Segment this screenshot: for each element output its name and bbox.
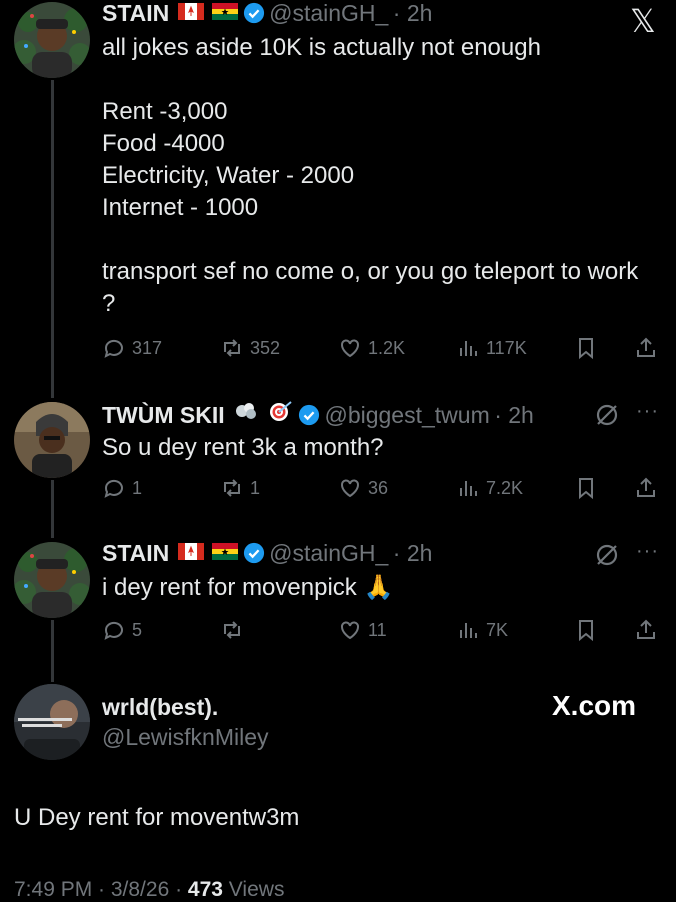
author-name[interactable]: STAIN <box>102 0 169 26</box>
post-meta: 7:49 PM · 3/8/26 · 473 Views <box>14 878 284 902</box>
avatar-image <box>14 684 90 760</box>
bookmark-button[interactable] <box>574 618 598 642</box>
like-count: 1.2K <box>368 337 406 358</box>
share-icon <box>637 619 655 639</box>
repost-button[interactable]: 1 <box>220 476 260 500</box>
reply-icon <box>104 621 123 640</box>
views-button[interactable]: 117K <box>456 336 527 360</box>
verified-badge-icon <box>298 404 320 426</box>
views-count: 7.2K <box>486 477 524 498</box>
bookmark-button[interactable] <box>574 336 598 360</box>
views-count: 7K <box>486 619 509 640</box>
more-options-icon[interactable]: ··· <box>636 540 659 563</box>
bookmark-icon <box>579 478 593 500</box>
reply-count: 1 <box>132 477 143 498</box>
views-button[interactable]: 7.2K <box>456 476 523 500</box>
avatar-image <box>14 542 90 618</box>
thread-line <box>51 620 54 682</box>
grok-icon[interactable] <box>594 402 620 428</box>
post-text: So u dey rent 3k a month? <box>102 434 384 461</box>
views-chart-icon <box>460 481 477 496</box>
author-name[interactable]: TWÙM SKII <box>102 402 225 428</box>
repost-icon <box>224 621 240 639</box>
post-time[interactable]: · 2h <box>393 540 433 566</box>
author-name[interactable]: wrld(best). <box>102 694 218 721</box>
share-button[interactable] <box>634 618 658 642</box>
views-count: 473 <box>187 878 223 901</box>
reply-button[interactable]: 1 <box>102 476 142 500</box>
reply-button[interactable]: 317 <box>102 336 162 360</box>
share-button[interactable] <box>634 336 658 360</box>
canada-flag-icon <box>177 543 204 560</box>
like-count: 11 <box>368 619 387 640</box>
author-handle[interactable]: @stainGH_ <box>269 540 388 566</box>
like-count: 36 <box>368 477 389 498</box>
action-bar: 1 1 36 7.2K <box>102 476 662 504</box>
share-icon <box>637 337 655 357</box>
post-text: i dey rent for movenpick 🙏 <box>102 574 394 601</box>
reply-icon <box>104 479 123 498</box>
post-timestamp[interactable]: 7:49 PM · 3/8/26 · <box>14 878 188 901</box>
direct-hit-emoji-icon <box>269 401 292 421</box>
main-post-text: U Dey rent for moventw3m <box>14 804 300 831</box>
bookmark-icon <box>579 338 593 360</box>
views-button[interactable]: 7K <box>456 618 508 642</box>
repost-icon <box>224 479 240 497</box>
bookmark-button[interactable] <box>574 476 598 500</box>
author-name[interactable]: STAIN <box>102 540 169 566</box>
ghana-flag-icon <box>212 3 239 20</box>
reply-count: 5 <box>132 619 143 640</box>
avatar-image <box>14 402 90 478</box>
author-handle[interactable]: @stainGH_ <box>269 0 388 26</box>
action-bar: 317 352 1.2K 117K <box>102 336 662 364</box>
avatar[interactable] <box>14 542 90 618</box>
reply-count: 317 <box>132 337 163 358</box>
avatar[interactable] <box>14 402 90 478</box>
bookmark-icon <box>579 620 593 642</box>
thread-line <box>51 480 54 538</box>
heart-icon <box>341 621 359 640</box>
verified-badge-icon <box>243 542 264 564</box>
views-chart-icon <box>460 623 477 638</box>
repost-button[interactable] <box>220 618 250 642</box>
share-icon <box>637 477 655 497</box>
verified-badge-icon <box>243 2 264 24</box>
heart-icon <box>341 479 359 498</box>
ghana-flag-icon <box>212 543 239 560</box>
grok-icon[interactable] <box>594 542 620 568</box>
post-text: all jokes aside 10K is actually not enou… <box>102 34 639 317</box>
reply-button[interactable]: 5 <box>102 618 142 642</box>
watermark-xcom: X.com <box>552 690 637 721</box>
post-time[interactable]: · 2h <box>393 0 433 26</box>
share-button[interactable] <box>634 476 658 500</box>
dash-emoji-icon <box>236 403 257 419</box>
repost-count: 352 <box>250 337 281 358</box>
views-count: 117K <box>486 337 527 358</box>
repost-icon <box>224 339 240 357</box>
avatar-image <box>14 2 90 78</box>
author-handle[interactable]: @LewisfknMiley <box>102 724 269 751</box>
heart-icon <box>341 339 359 358</box>
action-bar: 5 11 7K <box>102 618 662 646</box>
repost-button[interactable]: 352 <box>220 336 280 360</box>
canada-flag-icon <box>177 3 204 20</box>
avatar[interactable] <box>14 2 90 78</box>
post-time[interactable]: · 2h <box>494 402 534 428</box>
more-options-icon[interactable]: ··· <box>636 400 659 423</box>
author-handle[interactable]: @biggest_twum <box>324 402 489 428</box>
views-chart-icon <box>460 341 477 356</box>
avatar[interactable] <box>14 684 90 760</box>
like-button[interactable]: 11 <box>338 618 387 642</box>
thread-line <box>51 80 54 398</box>
reply-icon <box>104 339 123 358</box>
like-button[interactable]: 1.2K <box>338 336 405 360</box>
repost-count: 1 <box>250 477 261 498</box>
views-label: Views <box>222 878 285 901</box>
like-button[interactable]: 36 <box>338 476 388 500</box>
